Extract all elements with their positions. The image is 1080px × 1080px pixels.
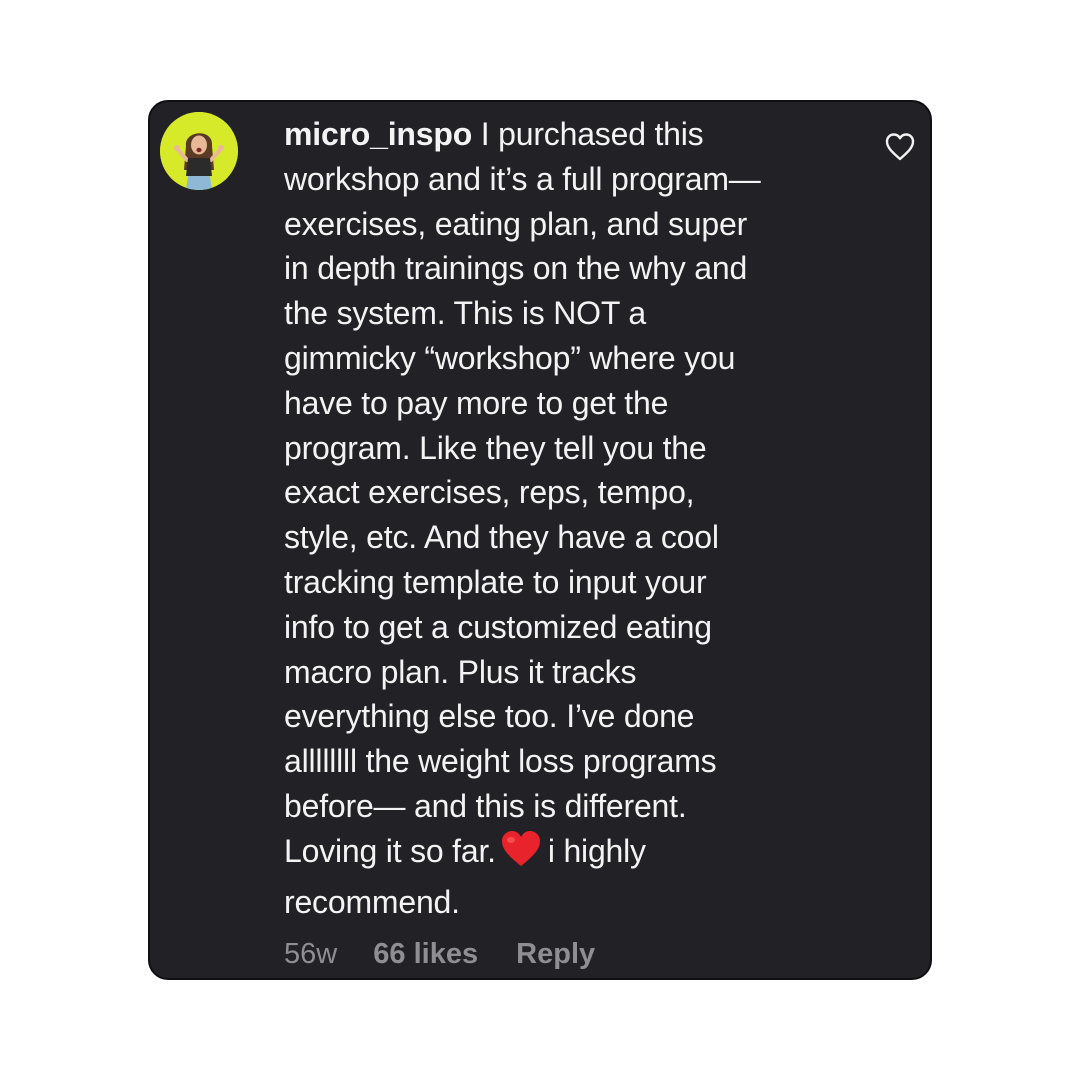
avatar-photo — [160, 112, 238, 190]
comment-line: exact exercises, reps, tempo, — [284, 474, 695, 511]
comment-line: micro_inspo I purchased this — [284, 112, 844, 157]
comment-line: Loving it so far. i highly — [284, 829, 844, 880]
comment-line: program. Like they tell you the — [284, 429, 707, 466]
comment-line: style, etc. And they have a cool — [284, 519, 719, 556]
user-avatar[interactable] — [160, 112, 238, 190]
comment-line: recommend. — [284, 883, 460, 920]
comment-line: in depth trainings on the why and — [284, 250, 748, 287]
reply-button[interactable]: Reply — [516, 938, 595, 970]
comment-text: micro_inspo I purchased this workshop an… — [284, 112, 844, 924]
comment-card: micro_inspo I purchased this workshop an… — [148, 100, 932, 980]
comment-line: gimmicky “workshop” where you — [284, 339, 736, 376]
comment-text-segment: I purchased this — [472, 116, 704, 152]
comment-line: macro plan. Plus it tracks — [284, 653, 637, 690]
comment-line: info to get a customized eating — [284, 608, 712, 645]
comment-timestamp: 56w — [284, 938, 338, 970]
comment-text-segment: i highly — [547, 832, 646, 869]
comment-line: exercises, eating plan, and super — [284, 205, 748, 242]
comment-line: workshop and it’s a full program— — [284, 160, 761, 197]
comment-line: everything else too. I’ve done — [284, 698, 695, 735]
comment-line: the system. This is NOT a — [284, 295, 646, 332]
comment-line: tracking template to input your — [284, 563, 707, 600]
comment-line: allllllll the weight loss programs — [284, 743, 717, 780]
username-link[interactable]: micro_inspo — [284, 116, 472, 152]
comment-text-segment: Loving it so far. — [284, 832, 496, 869]
likes-count-link[interactable]: 66 likes — [373, 938, 478, 970]
comment-line: before— and this is different. — [284, 787, 687, 824]
comment-meta: 56w 66 likes Reply — [284, 936, 595, 972]
red-heart-emoji — [500, 830, 542, 880]
heart-outline-icon[interactable] — [884, 132, 916, 162]
comment-line: have to pay more to get the — [284, 384, 669, 421]
